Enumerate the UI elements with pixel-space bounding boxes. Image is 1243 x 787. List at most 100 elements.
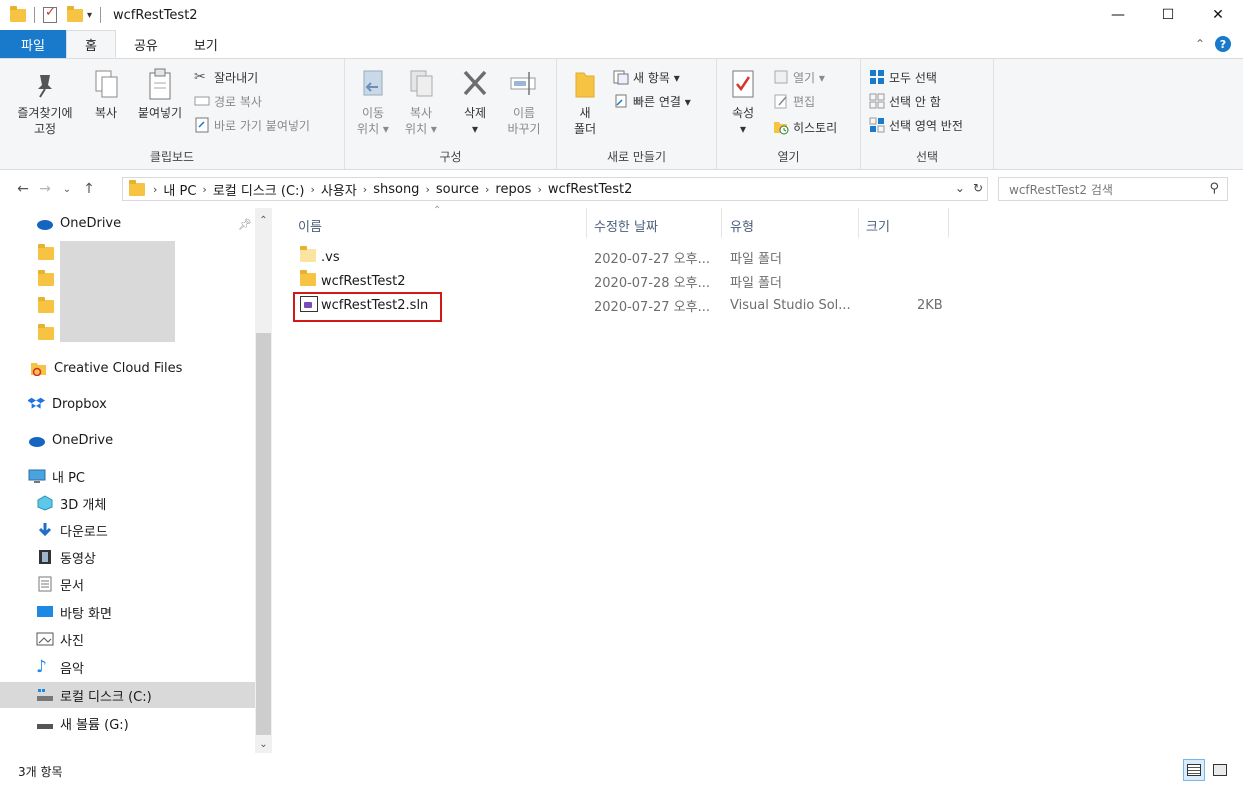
breadcrumb-separator[interactable]: › bbox=[311, 183, 315, 196]
breadcrumb-wcfresttest2[interactable]: wcfRestTest2 bbox=[548, 182, 633, 197]
organize-group: 이동 위치 ▾ 복사 위치 ▾ 삭제 ▾ 이름 바꾸기 구성 bbox=[345, 59, 557, 169]
copy-path-button[interactable]: 경로 복사 bbox=[194, 91, 262, 111]
nav-item-this-pc[interactable]: 내 PC bbox=[28, 463, 85, 489]
nav-item-desktop[interactable]: 바탕 화면 bbox=[36, 599, 112, 625]
nav-item-videos[interactable]: 동영상 bbox=[36, 544, 96, 570]
delete-button[interactable]: 삭제 ▾ bbox=[455, 67, 495, 137]
cut-button[interactable]: ✂ 잘라내기 bbox=[194, 67, 258, 87]
address-dropdown-icon[interactable]: ⌄ bbox=[955, 181, 965, 195]
new-item-button[interactable]: 새 항목 ▾ bbox=[613, 67, 680, 87]
rename-icon bbox=[509, 67, 539, 101]
recent-locations-button[interactable]: ⌄ bbox=[56, 184, 78, 195]
rename-button[interactable]: 이름 바꾸기 bbox=[501, 67, 547, 137]
copy-button[interactable]: 복사 bbox=[88, 67, 124, 121]
back-button[interactable]: ← bbox=[12, 181, 34, 197]
picture-icon bbox=[36, 631, 54, 647]
properties-check-icon[interactable] bbox=[43, 5, 57, 23]
breadcrumb-separator[interactable]: › bbox=[202, 183, 206, 196]
tab-share[interactable]: 공유 bbox=[116, 30, 176, 58]
tab-file[interactable]: 파일 bbox=[0, 30, 66, 58]
folder-icon bbox=[38, 269, 54, 286]
table-row[interactable]: wcfRestTest2 2020-07-28 오후... 파일 폴더 bbox=[294, 269, 954, 293]
nav-item-folder[interactable] bbox=[38, 240, 54, 266]
pin-to-quick-access-button[interactable]: 즐겨찾기에 고정 bbox=[10, 67, 80, 137]
new-folder-icon[interactable] bbox=[67, 5, 83, 22]
folder-icon bbox=[300, 270, 316, 286]
nav-item-dropbox[interactable]: Dropbox bbox=[27, 391, 107, 417]
nav-item-3d-objects[interactable]: 3D 개체 bbox=[36, 490, 106, 516]
maximize-button[interactable]: ☐ bbox=[1143, 0, 1193, 30]
nav-item-downloads[interactable]: 다운로드 bbox=[36, 517, 108, 543]
open-button[interactable]: 열기 ▾ bbox=[773, 67, 825, 87]
collapse-ribbon-icon[interactable]: ⌃ bbox=[1195, 37, 1205, 51]
close-button[interactable]: ✕ bbox=[1193, 0, 1243, 30]
nav-item-pictures[interactable]: 사진 bbox=[36, 626, 84, 652]
nav-item-folder[interactable] bbox=[38, 266, 54, 292]
breadcrumb-separator[interactable]: › bbox=[425, 183, 429, 196]
address-bar[interactable]: › 내 PC › 로컬 디스크 (C:) › 사용자 › shsong › so… bbox=[122, 177, 988, 201]
clipboard-group-label: 클립보드 bbox=[149, 150, 195, 164]
nav-item-folder[interactable] bbox=[38, 320, 54, 346]
column-divider[interactable] bbox=[721, 208, 722, 238]
column-header-size[interactable]: 크기 bbox=[866, 214, 890, 236]
nav-item-onedrive-2[interactable]: OneDrive bbox=[28, 427, 113, 453]
paste-button[interactable]: 붙여넣기 bbox=[132, 67, 188, 121]
file-name: wcfRestTest2 bbox=[321, 273, 406, 289]
scroll-thumb[interactable] bbox=[256, 333, 271, 735]
file-type: 파일 폴더 bbox=[730, 251, 782, 267]
file-name: .vs bbox=[321, 249, 340, 265]
nav-item-folder[interactable] bbox=[38, 293, 54, 319]
up-button[interactable]: ↑ bbox=[78, 181, 100, 197]
copy-to-button[interactable]: 복사 위치 ▾ bbox=[401, 67, 441, 137]
breadcrumb-separator[interactable]: › bbox=[537, 183, 541, 196]
column-divider[interactable] bbox=[858, 208, 859, 238]
tab-home[interactable]: 홈 bbox=[66, 30, 116, 58]
customize-toolbar-icon[interactable]: ▾ bbox=[87, 10, 92, 21]
move-to-button[interactable]: 이동 위치 ▾ bbox=[353, 67, 393, 137]
properties-button[interactable]: 속성 ▾ bbox=[723, 67, 763, 137]
refresh-icon[interactable]: ↻ bbox=[973, 181, 983, 195]
forward-button[interactable]: → bbox=[34, 181, 56, 197]
nav-item-music[interactable]: ♪ 음악 bbox=[36, 654, 84, 680]
nav-item-local-disk[interactable]: 로컬 디스크 (C:) bbox=[0, 682, 255, 708]
organize-group-label: 구성 bbox=[439, 150, 462, 164]
nav-item-creative-cloud[interactable]: Creative Cloud Files bbox=[30, 355, 182, 381]
breadcrumb-users[interactable]: 사용자 bbox=[321, 180, 357, 199]
breadcrumb-separator[interactable]: › bbox=[485, 183, 489, 196]
breadcrumb-separator[interactable]: › bbox=[363, 183, 367, 196]
column-header-type[interactable]: 유형 bbox=[730, 214, 754, 236]
column-divider[interactable] bbox=[948, 208, 949, 238]
search-input[interactable]: wcfRestTest2 검색 ⚲ bbox=[998, 177, 1228, 201]
scroll-up-arrow-icon[interactable]: ⌃ bbox=[255, 212, 272, 229]
invert-selection-button[interactable]: 선택 영역 반전 bbox=[869, 115, 963, 135]
select-all-button[interactable]: 모두 선택 bbox=[869, 67, 937, 87]
table-row[interactable]: .vs 2020-07-27 오후... 파일 폴더 bbox=[294, 245, 954, 269]
large-icons-view-button[interactable] bbox=[1209, 759, 1231, 781]
paste-shortcut-button[interactable]: 바로 가기 붙여넣기 bbox=[194, 115, 310, 135]
easy-access-button[interactable]: 빠른 연결 ▾ bbox=[613, 91, 691, 111]
new-folder-icon bbox=[570, 67, 600, 101]
history-button[interactable]: 히스토리 bbox=[773, 117, 837, 137]
column-divider[interactable] bbox=[586, 208, 587, 238]
help-icon[interactable]: ? bbox=[1215, 36, 1231, 52]
details-view-button[interactable] bbox=[1183, 759, 1205, 781]
new-folder-button[interactable]: 새 폴더 bbox=[565, 67, 605, 137]
minimize-button[interactable]: — bbox=[1093, 0, 1143, 30]
breadcrumb-local-disk[interactable]: 로컬 디스크 (C:) bbox=[213, 180, 305, 199]
breadcrumb-this-pc[interactable]: 내 PC bbox=[163, 180, 196, 199]
tab-view[interactable]: 보기 bbox=[176, 30, 236, 58]
new-group-label: 새로 만들기 bbox=[606, 150, 666, 164]
breadcrumb-source[interactable]: source bbox=[436, 182, 479, 197]
breadcrumb-repos[interactable]: repos bbox=[495, 182, 531, 197]
select-none-button[interactable]: 선택 안 함 bbox=[869, 91, 941, 111]
cloud-icon bbox=[28, 432, 46, 448]
breadcrumb-shsong[interactable]: shsong bbox=[373, 182, 419, 197]
nav-scrollbar[interactable]: ⌃ ⌄ bbox=[255, 208, 272, 753]
nav-item-documents[interactable]: 문서 bbox=[36, 571, 84, 597]
nav-item-new-volume[interactable]: 새 볼륨 (G:) bbox=[36, 710, 129, 736]
edit-button[interactable]: 편집 bbox=[773, 91, 815, 111]
scroll-down-arrow-icon[interactable]: ⌄ bbox=[255, 736, 272, 753]
column-header-name[interactable]: 이름 bbox=[298, 214, 322, 236]
column-header-date[interactable]: 수정한 날짜 bbox=[594, 214, 658, 236]
nav-item-onedrive[interactable]: OneDrive bbox=[36, 210, 121, 236]
